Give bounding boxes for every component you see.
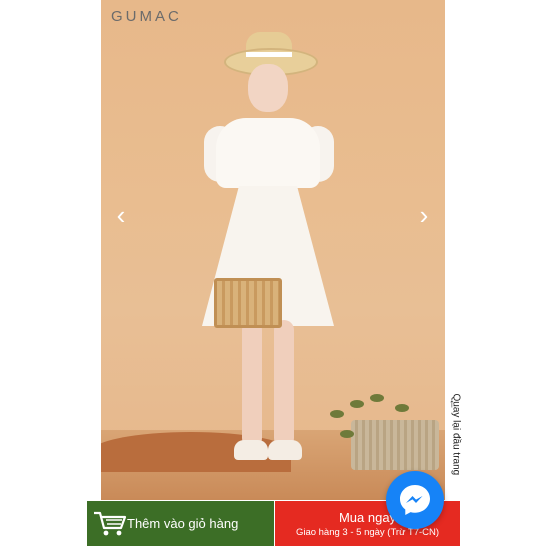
bamboo-bag (214, 278, 282, 328)
delivery-note: Giao hàng 3 - 5 ngày (Trừ T7-CN) (295, 527, 440, 538)
shoe-left (234, 440, 268, 460)
hat-band (246, 52, 292, 57)
model-legs (234, 320, 302, 460)
leaf (370, 394, 384, 402)
add-to-cart-label: Thêm vào giỏ hàng (127, 516, 239, 531)
gallery-next-button[interactable]: › (412, 200, 436, 230)
cart-icon (94, 511, 127, 536)
leaf (350, 400, 364, 408)
leg-left (242, 320, 262, 448)
add-to-cart-button[interactable]: Thêm vào giỏ hàng (87, 501, 274, 546)
messenger-icon (400, 485, 430, 515)
shoe-right (268, 440, 302, 460)
back-to-top-link[interactable]: ↑ Quay lại đầu trang (444, 393, 464, 500)
product-image[interactable] (101, 0, 445, 500)
leg-right (274, 320, 294, 448)
model-face (248, 64, 288, 112)
leaf (330, 410, 344, 418)
model-figure (196, 30, 346, 490)
leaf (395, 404, 409, 412)
chevron-left-icon: ‹ (116, 200, 126, 230)
gallery-prev-button[interactable]: ‹ (109, 200, 133, 230)
dress-top (216, 118, 320, 188)
messenger-chat-button[interactable] (386, 471, 444, 529)
back-to-top-label: Quay lại đầu trang (450, 393, 462, 476)
chevron-right-icon: › (419, 200, 429, 230)
brand-logo: GUMAC (111, 8, 182, 25)
plant-leaves (325, 390, 435, 470)
leaf (340, 430, 354, 438)
